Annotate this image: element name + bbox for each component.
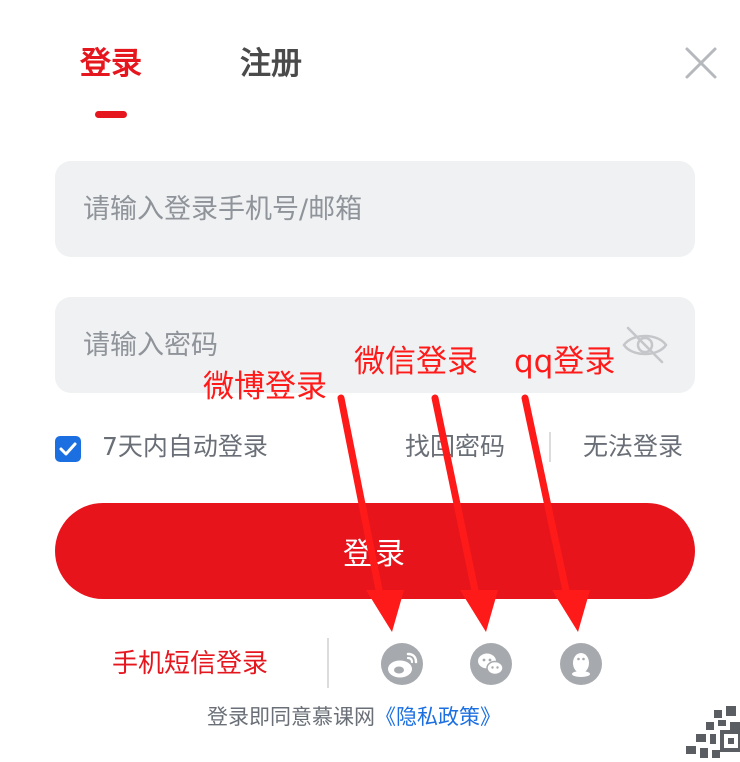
- wechat-icon[interactable]: [470, 643, 512, 685]
- annotation-wechat: 微信登录: [354, 344, 478, 380]
- remember-checkbox[interactable]: [55, 436, 81, 462]
- eye-off-icon[interactable]: [620, 320, 670, 370]
- privacy-policy-link[interactable]: 《隐私政策》: [375, 705, 501, 729]
- alt-login-divider: [327, 638, 329, 688]
- remember-label: 7天内自动登录: [102, 432, 268, 461]
- tab-register[interactable]: 注册: [240, 42, 302, 86]
- checkbox-checked-icon: [59, 442, 77, 456]
- qr-code-corner-icon[interactable]: [678, 688, 740, 762]
- agreement-prefix: 登录即同意慕课网: [207, 705, 375, 729]
- qq-icon[interactable]: [560, 643, 602, 685]
- weibo-icon[interactable]: [381, 643, 423, 685]
- account-input[interactable]: [83, 161, 623, 257]
- annotation-weibo: 微博登录: [203, 369, 327, 405]
- login-button[interactable]: 登录: [55, 503, 695, 599]
- tab-login[interactable]: 登录: [80, 42, 142, 86]
- account-field: [55, 161, 695, 257]
- sms-login-link[interactable]: 手机短信登录: [112, 645, 268, 683]
- annotation-qq: qq登录: [514, 344, 616, 380]
- link-divider: [549, 432, 551, 462]
- active-tab-indicator: [95, 111, 127, 118]
- find-password-link[interactable]: 找回密码: [405, 428, 505, 466]
- close-icon[interactable]: [681, 43, 721, 83]
- cannot-login-link[interactable]: 无法登录: [583, 428, 683, 466]
- agreement-text: 登录即同意慕课网《隐私政策》: [207, 700, 501, 734]
